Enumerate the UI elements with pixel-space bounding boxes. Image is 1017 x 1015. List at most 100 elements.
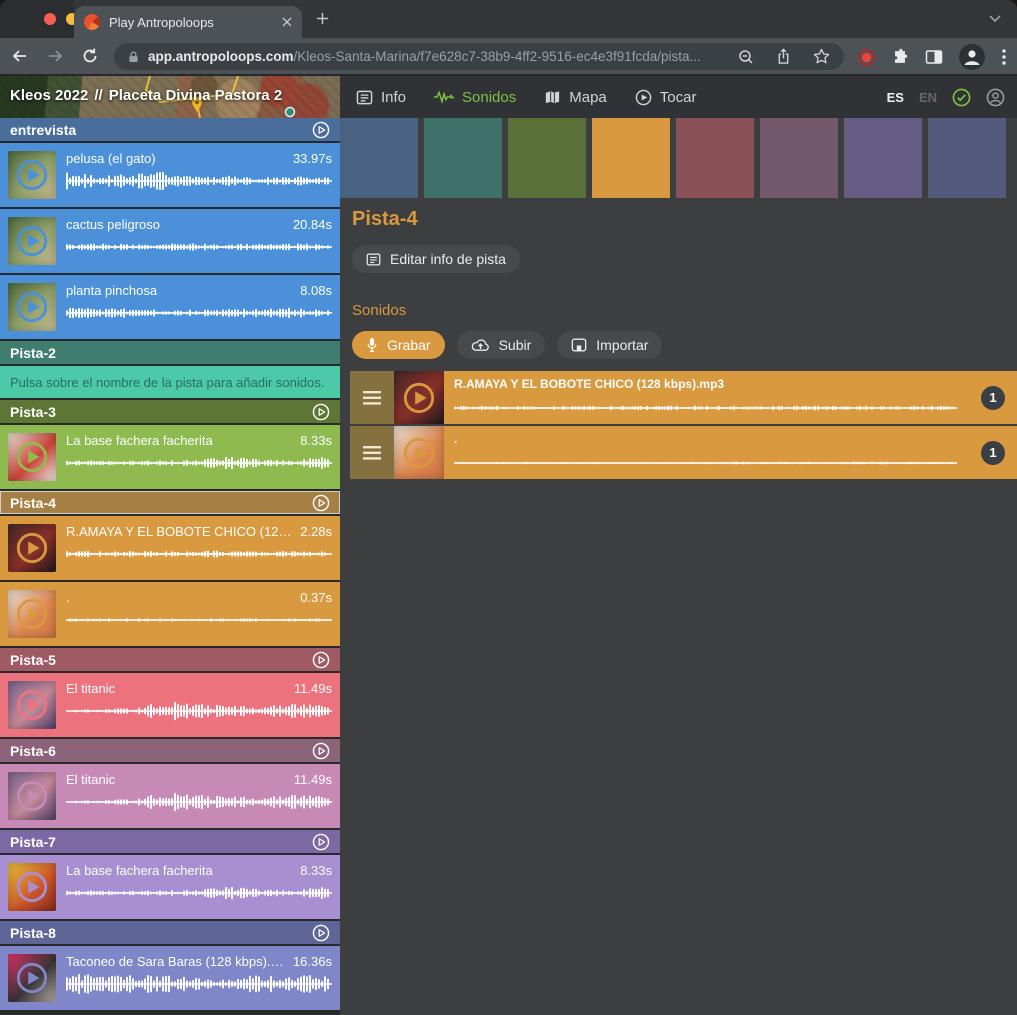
track-swatch-2[interactable] xyxy=(424,118,502,198)
new-tab-button[interactable] xyxy=(316,12,329,25)
record-extension-icon[interactable] xyxy=(858,49,875,66)
sound-thumbnail[interactable] xyxy=(8,217,56,265)
sound-thumbnail[interactable] xyxy=(394,371,444,424)
drag-handle[interactable] xyxy=(350,371,394,424)
language-en-button[interactable]: EN xyxy=(919,90,937,105)
play-track-icon[interactable] xyxy=(312,651,330,669)
sound-thumbnail[interactable] xyxy=(8,524,56,572)
sound-thumbnail[interactable] xyxy=(8,590,56,638)
track-header-pista-4[interactable]: Pista-4 xyxy=(0,491,340,514)
play-track-icon[interactable] xyxy=(312,121,330,139)
bookmark-star-icon[interactable] xyxy=(813,48,830,65)
sound-item-body: planta pinchosa8.08s xyxy=(66,283,332,331)
track-swatch-7[interactable] xyxy=(844,118,922,198)
sound-thumbnail[interactable] xyxy=(8,681,56,729)
nav-tab-mapa[interactable]: Mapa xyxy=(544,89,607,106)
forward-button[interactable] xyxy=(46,47,64,65)
sound-thumbnail[interactable] xyxy=(8,433,56,481)
play-sound-icon[interactable] xyxy=(402,381,436,415)
record-button[interactable]: Grabar xyxy=(352,331,445,359)
browser-menu-icon[interactable] xyxy=(1001,48,1007,66)
nav-tab-info[interactable]: Info xyxy=(356,89,406,106)
sound-thumbnail[interactable] xyxy=(8,772,56,820)
play-sound-icon[interactable] xyxy=(15,531,49,565)
play-sound-icon[interactable] xyxy=(15,158,49,192)
sound-thumbnail[interactable] xyxy=(8,283,56,331)
play-track-icon[interactable] xyxy=(312,494,330,512)
track-header-pista-6[interactable]: Pista-6 xyxy=(0,739,340,762)
track-swatch-6[interactable] xyxy=(760,118,838,198)
track-swatch-4[interactable] xyxy=(592,118,670,198)
saved-check-icon[interactable] xyxy=(952,88,971,107)
lock-icon[interactable] xyxy=(128,50,139,64)
play-sound-icon[interactable] xyxy=(15,290,49,324)
language-es-button[interactable]: ES xyxy=(887,90,904,105)
upload-button[interactable]: Subir xyxy=(457,331,546,359)
play-track-icon[interactable] xyxy=(312,833,330,851)
breadcrumb-project-link[interactable]: Kleos 2022 xyxy=(10,87,88,104)
play-track-icon[interactable] xyxy=(312,924,330,942)
extensions-puzzle-icon[interactable] xyxy=(891,48,909,66)
browser-tab-strip: Play Antropoloops xyxy=(0,0,1017,38)
zoom-out-icon[interactable] xyxy=(738,49,754,65)
back-button[interactable] xyxy=(11,47,29,65)
play-sound-icon[interactable] xyxy=(15,597,49,631)
track-header-pista-3[interactable]: Pista-3 xyxy=(0,400,340,423)
tab-close-icon[interactable] xyxy=(282,17,292,27)
reload-button[interactable] xyxy=(81,47,99,65)
profile-avatar[interactable] xyxy=(959,44,985,70)
track-header-pista-2[interactable]: Pista-2 xyxy=(0,341,340,364)
sound-thumbnail[interactable] xyxy=(8,954,56,1002)
track-header-entrevista[interactable]: entrevista xyxy=(0,118,340,141)
play-sound-icon[interactable] xyxy=(15,870,49,904)
play-sound-icon[interactable] xyxy=(15,961,49,995)
play-track-icon[interactable] xyxy=(312,742,330,760)
sound-item-textrow: pelusa (el gato)33.97s xyxy=(66,151,332,166)
edit-track-info-button[interactable]: Editar info de pista xyxy=(352,245,520,273)
sound-item-textrow: El titanic11.49s xyxy=(66,772,332,787)
drag-handle[interactable] xyxy=(350,426,394,479)
track-header-pista-5[interactable]: Pista-5 xyxy=(0,648,340,671)
sound-item[interactable]: La base fachera facherita8.33s xyxy=(0,425,340,489)
share-icon[interactable] xyxy=(776,48,791,65)
sound-row-body[interactable]: R.AMAYA Y EL BOBOTE CHICO (128 kbps).mp3… xyxy=(444,371,1017,424)
import-button[interactable]: Importar xyxy=(557,331,662,359)
track-swatch-8[interactable] xyxy=(928,118,1006,198)
close-window-button[interactable] xyxy=(44,13,56,25)
play-sound-icon[interactable] xyxy=(402,436,436,470)
side-panel-icon[interactable] xyxy=(925,48,943,66)
account-icon[interactable] xyxy=(986,88,1005,107)
sound-item[interactable]: cactus peligroso20.84s xyxy=(0,209,340,273)
sound-item[interactable]: .0.37s xyxy=(0,582,340,646)
sound-item[interactable]: El titanic11.49s xyxy=(0,673,340,737)
waveform-icon xyxy=(434,90,454,104)
track-swatch-3[interactable] xyxy=(508,118,586,198)
track-header-pista-8[interactable]: Pista-8 xyxy=(0,921,340,944)
address-bar[interactable]: app.antropoloops.com/Kleos-Santa-Marina/… xyxy=(114,43,844,70)
sound-item[interactable]: R.AMAYA Y EL BOBOTE CHICO (128 kbps)....… xyxy=(0,516,340,580)
browser-tab[interactable]: Play Antropoloops xyxy=(74,6,302,38)
sound-row-body[interactable]: .1 xyxy=(444,426,1017,479)
sound-item[interactable]: planta pinchosa8.08s xyxy=(0,275,340,339)
play-sound-icon[interactable] xyxy=(15,688,49,722)
track-swatch-5[interactable] xyxy=(676,118,754,198)
sound-item-body: El titanic11.49s xyxy=(66,772,332,820)
play-sound-icon[interactable] xyxy=(15,224,49,258)
sound-item[interactable]: Taconeo de Sara Baras (128 kbps).mp316.3… xyxy=(0,946,340,1010)
sound-item[interactable]: pelusa (el gato)33.97s xyxy=(0,143,340,207)
track-header-pista-7[interactable]: Pista-7 xyxy=(0,830,340,853)
nav-tab-tocar[interactable]: Tocar xyxy=(635,89,697,106)
nav-tab-sonidos[interactable]: Sonidos xyxy=(434,89,516,106)
track-swatch-1[interactable] xyxy=(340,118,418,198)
browser-toolbar: app.antropoloops.com/Kleos-Santa-Marina/… xyxy=(0,38,1017,76)
waveform xyxy=(66,543,332,565)
sound-thumbnail[interactable] xyxy=(8,863,56,911)
tab-search-chevron-icon[interactable] xyxy=(989,15,1001,23)
sound-thumbnail[interactable] xyxy=(394,426,444,479)
sound-item[interactable]: El titanic11.49s xyxy=(0,764,340,828)
play-sound-icon[interactable] xyxy=(15,440,49,474)
sound-thumbnail[interactable] xyxy=(8,151,56,199)
sound-item[interactable]: La base fachera facherita8.33s xyxy=(0,855,340,919)
play-track-icon[interactable] xyxy=(312,403,330,421)
play-sound-icon[interactable] xyxy=(15,779,49,813)
